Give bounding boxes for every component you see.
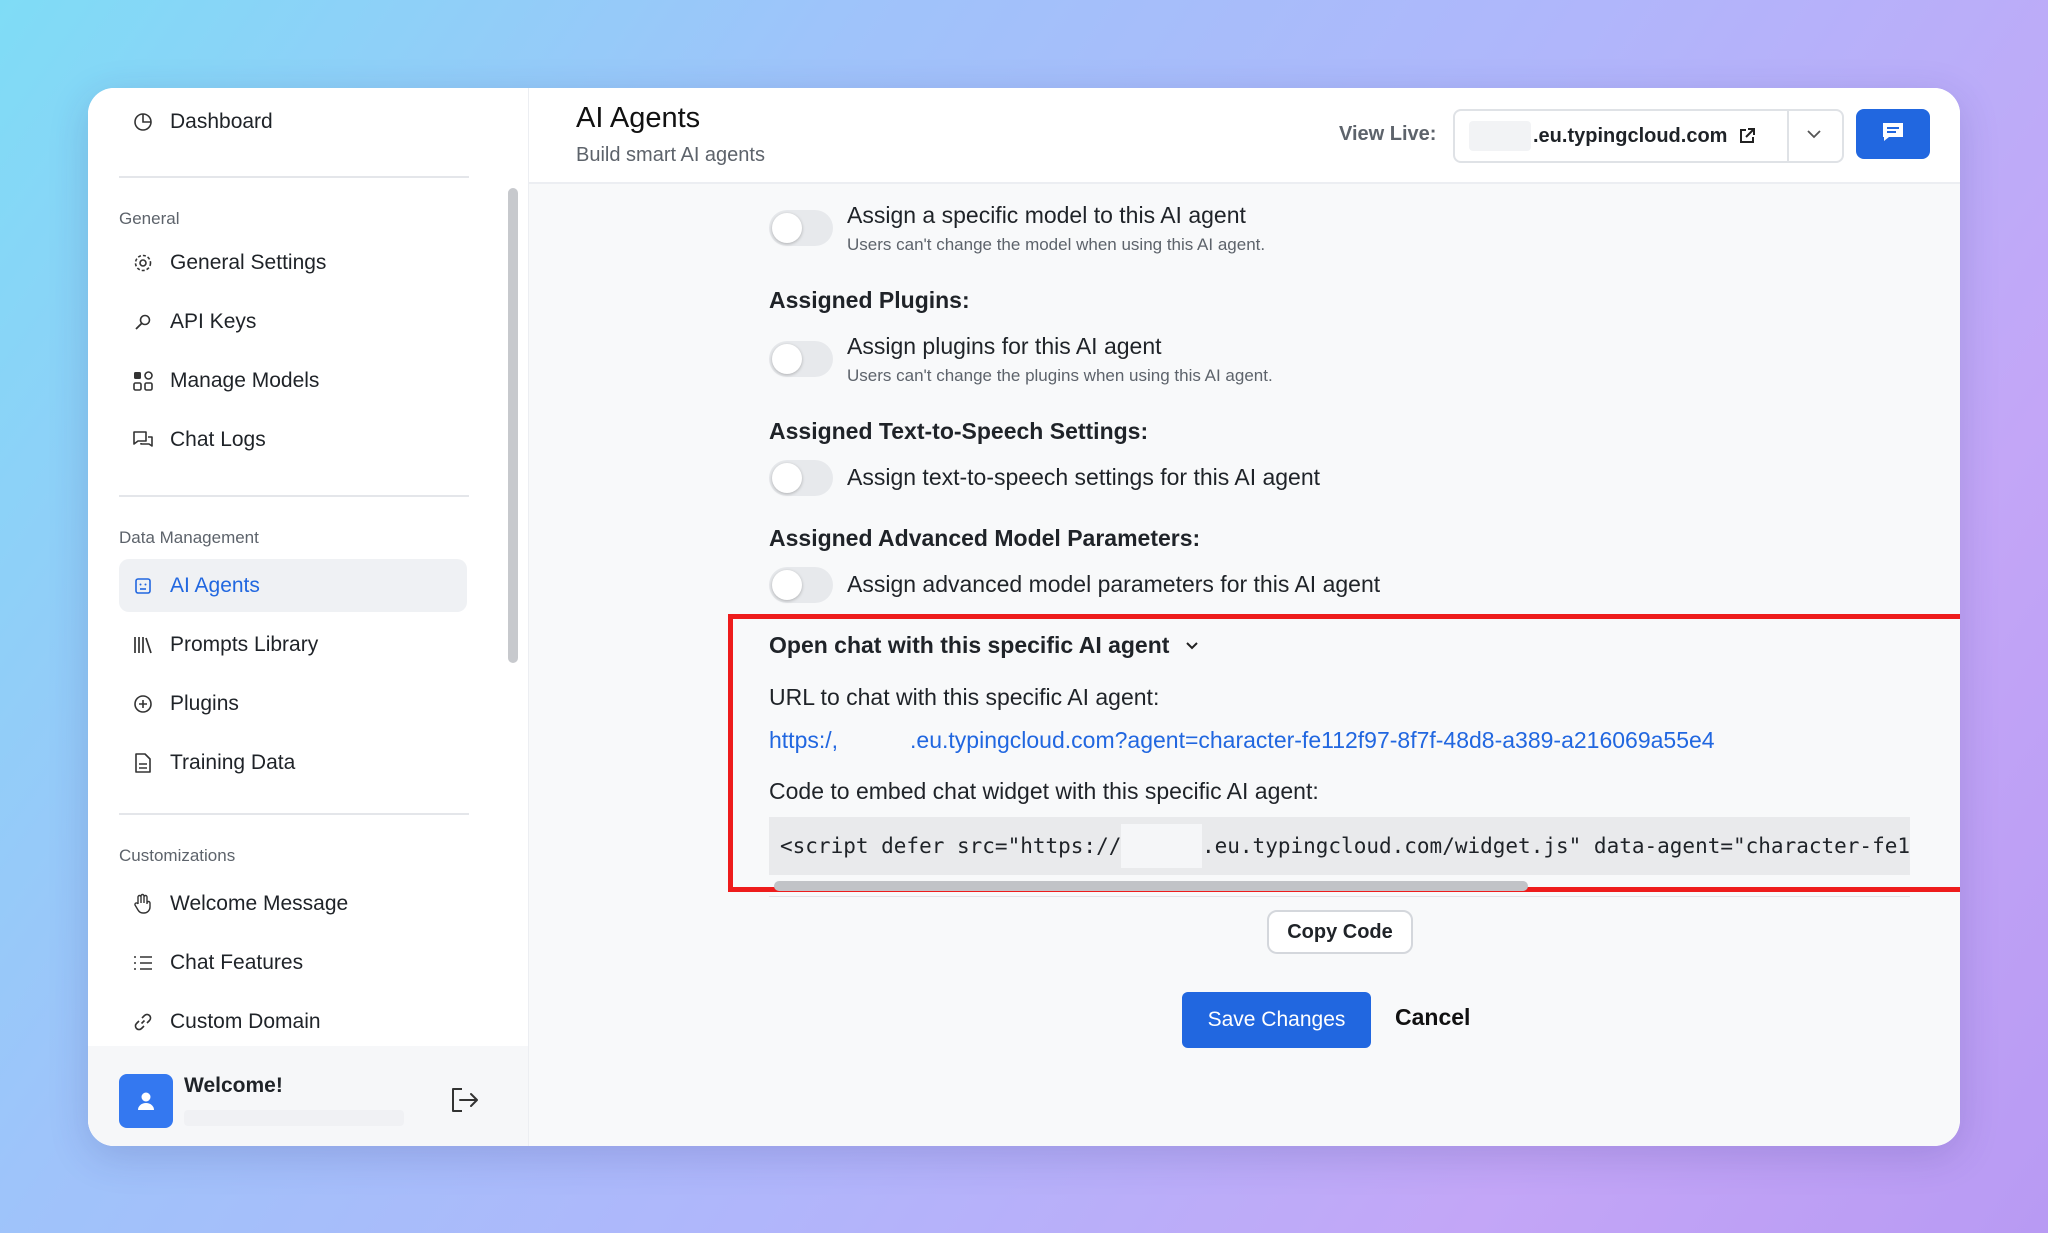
toggle-assign-plugins[interactable] (769, 341, 833, 377)
option-label: Assign text-to-speech settings for this … (847, 464, 1321, 490)
plus-circle-icon (131, 692, 155, 716)
subdomain-redacted (1469, 121, 1531, 151)
section-heading-advanced: Assigned Advanced Model Parameters: (769, 525, 1201, 551)
sidebar-item-label: API Keys (170, 309, 257, 333)
code-scrollbar[interactable] (774, 881, 1528, 891)
sidebar-item-label: Chat Logs (170, 427, 266, 451)
chevron-down-icon (1186, 641, 1199, 649)
sidebar-item-chat-features[interactable]: Chat Features (119, 936, 467, 989)
chat-bubbles-icon (131, 428, 155, 452)
cancel-button[interactable]: Cancel (1395, 1004, 1470, 1031)
sidebar-item-label: Plugins (170, 691, 239, 715)
divider (769, 896, 1910, 897)
agent-link-suffix: .eu.typingcloud.com?agent=character-fe11… (910, 726, 1715, 753)
view-live-url[interactable]: .eu.typingcloud.com (1533, 125, 1727, 148)
toggle-assign-advanced[interactable] (769, 567, 833, 603)
sidebar-item-training-data[interactable]: Training Data (119, 736, 467, 789)
sidebar-item-label: General Settings (170, 250, 327, 274)
sidebar-item-prompts-library[interactable]: Prompts Library (119, 618, 467, 671)
sidebar-item-general-settings[interactable]: General Settings (119, 236, 467, 289)
embed-code-label: Code to embed chat widget with this spec… (769, 778, 1319, 804)
page-title: AI Agents (576, 102, 701, 134)
hand-icon (131, 892, 155, 916)
option-label: Assign advanced model parameters for thi… (847, 571, 1381, 597)
page-header: AI Agents Build smart AI agents View Liv… (529, 88, 1960, 184)
section-label-general: General (119, 209, 180, 228)
sidebar-item-chat-logs[interactable]: Chat Logs (119, 413, 467, 466)
view-live-select[interactable]: .eu.typingcloud.com (1453, 109, 1844, 163)
sidebar-item-label: Custom Domain (170, 1009, 321, 1033)
section-label-data-management: Data Management (119, 528, 259, 547)
view-live-label: View Live: (1339, 123, 1437, 145)
open-chat-button[interactable] (1856, 109, 1930, 159)
sidebar-item-label: Dashboard (170, 109, 273, 133)
sidebar-item-dashboard[interactable]: Dashboard (119, 95, 467, 148)
embed-code-prefix: <script defer src="https:// (780, 834, 1122, 858)
embed-code-box[interactable]: <script defer src="https:// .eu.typingclo… (769, 817, 1910, 875)
option-label: Assign plugins for this AI agent (847, 333, 1162, 359)
option-description: Users can't change the plugins when usin… (847, 366, 1273, 385)
open-chat-heading: Open chat with this specific AI agent (769, 632, 1170, 658)
key-icon (131, 310, 155, 334)
section-label-customizations: Customizations (119, 846, 236, 865)
sidebar-item-label: Manage Models (170, 368, 320, 392)
option-label: Assign a specific model to this AI agent (847, 202, 1246, 228)
grid-icon (131, 369, 155, 393)
chevron-down-icon[interactable] (1804, 124, 1824, 149)
option-description: Users can't change the model when using … (847, 235, 1266, 254)
chat-icon (1880, 120, 1906, 149)
gear-icon (131, 251, 155, 275)
section-heading-tts: Assigned Text-to-Speech Settings: (769, 418, 1149, 444)
link-icon (131, 1010, 155, 1034)
sidebar-item-label: Training Data (170, 750, 296, 774)
books-icon (131, 633, 155, 657)
open-chat-toggle[interactable]: Open chat with this specific AI agent (769, 632, 1201, 659)
sidebar-item-welcome-message[interactable]: Welcome Message (119, 877, 467, 930)
embed-code-suffix: .eu.typingcloud.com/widget.js" data-agen… (1201, 834, 1910, 858)
url-label: URL to chat with this specific AI agent: (769, 684, 1160, 710)
sidebar-item-plugins[interactable]: Plugins (119, 677, 467, 730)
sidebar-item-label: Welcome Message (170, 891, 349, 915)
section-heading-plugins: Assigned Plugins: (769, 287, 970, 313)
sidebar-item-manage-models[interactable]: Manage Models (119, 354, 467, 407)
sidebar-item-label: Chat Features (170, 950, 304, 974)
pie-chart-icon (131, 110, 155, 134)
sidebar-item-api-keys[interactable]: API Keys (119, 295, 467, 348)
subdomain-redacted (838, 726, 911, 754)
page-subtitle: Build smart AI agents (576, 144, 765, 166)
divider (119, 813, 469, 815)
list-icon (131, 951, 155, 975)
robot-icon (131, 574, 155, 598)
sidebar-item-label: Prompts Library (170, 632, 319, 656)
sidebar: Dashboard General General Settings API K… (88, 88, 530, 1146)
main-content: AI Agents Build smart AI agents View Liv… (529, 88, 1960, 1146)
toggle-assign-model[interactable] (769, 210, 833, 246)
user-email-redacted (184, 1110, 404, 1126)
document-icon (131, 751, 155, 775)
user-panel: Welcome! (88, 1046, 528, 1146)
sidebar-item-ai-agents[interactable]: AI Agents (119, 559, 467, 612)
agent-chat-link[interactable]: https:/, .eu.typingcloud.com?agent=chara… (769, 726, 1715, 754)
divider (119, 495, 469, 497)
sidebar-scrollbar[interactable] (508, 188, 518, 663)
sidebar-item-custom-domain[interactable]: Custom Domain (119, 995, 467, 1048)
external-link-icon[interactable] (1737, 126, 1757, 146)
copy-code-button[interactable]: Copy Code (1267, 910, 1413, 954)
divider (119, 176, 469, 178)
logout-icon[interactable] (450, 1086, 480, 1119)
avatar[interactable] (119, 1074, 173, 1128)
subdomain-redacted (1121, 824, 1202, 868)
select-separator (1787, 111, 1789, 161)
save-changes-button[interactable]: Save Changes (1182, 992, 1371, 1048)
agent-link-prefix: https:/, (769, 726, 839, 753)
welcome-text: Welcome! (184, 1074, 283, 1097)
sidebar-item-label: AI Agents (170, 573, 260, 597)
toggle-assign-tts[interactable] (769, 460, 833, 496)
app-window: Dashboard General General Settings API K… (88, 88, 1960, 1146)
